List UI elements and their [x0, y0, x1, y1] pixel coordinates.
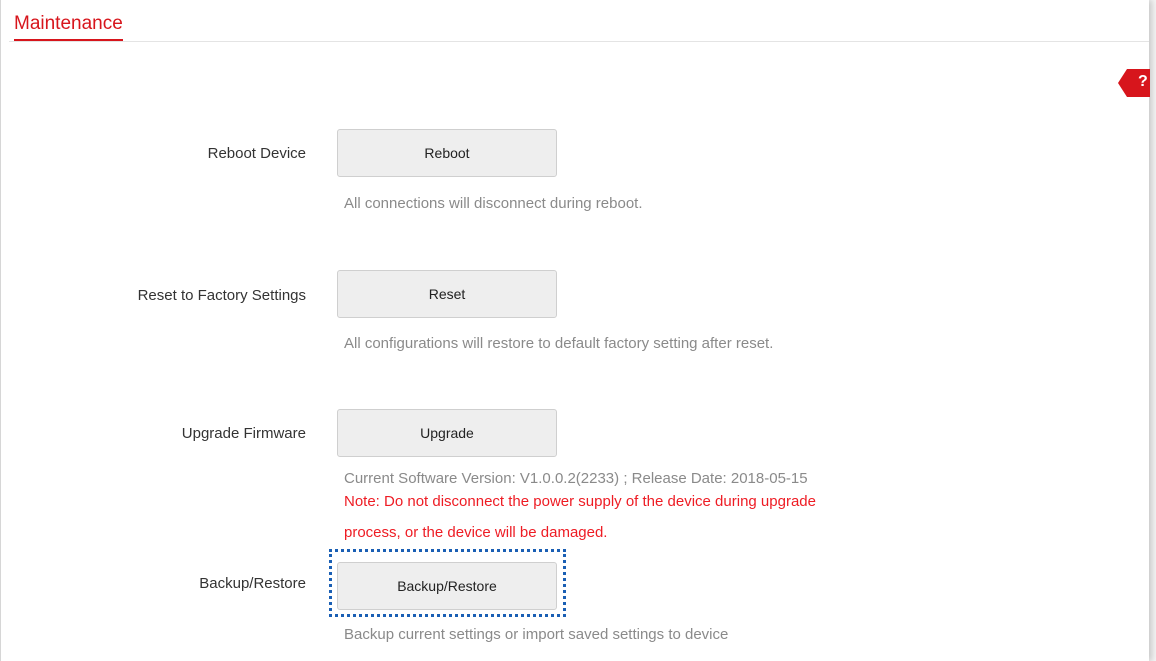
maintenance-panel: Maintenance ? Reboot Device Reboot All c…	[0, 0, 1150, 661]
reboot-hint: All connections will disconnect during r…	[344, 195, 643, 212]
upgrade-button[interactable]: Upgrade	[337, 409, 557, 457]
title-divider	[9, 41, 1149, 42]
reset-factory-label: Reset to Factory Settings	[137, 287, 306, 304]
upgrade-warning-line-1: Note: Do not disconnect the power supply…	[344, 493, 816, 510]
reset-hint: All configurations will restore to defau…	[344, 335, 774, 352]
backup-restore-hint: Backup current settings or import saved …	[344, 626, 729, 643]
upgrade-firmware-label: Upgrade Firmware	[181, 425, 306, 442]
help-button[interactable]: ?	[1118, 69, 1150, 97]
software-version-text: Current Software Version: V1.0.0.2(2233)…	[344, 470, 808, 487]
reboot-device-label: Reboot Device	[207, 145, 306, 162]
reboot-button[interactable]: Reboot	[337, 129, 557, 177]
upgrade-warning-line-2: process, or the device will be damaged.	[344, 524, 608, 541]
backup-restore-button[interactable]: Backup/Restore	[337, 562, 557, 610]
reset-button[interactable]: Reset	[337, 270, 557, 318]
backup-restore-label: Backup/Restore	[199, 575, 306, 592]
page-title: Maintenance	[14, 13, 123, 41]
question-mark-icon: ?	[1138, 73, 1148, 90]
